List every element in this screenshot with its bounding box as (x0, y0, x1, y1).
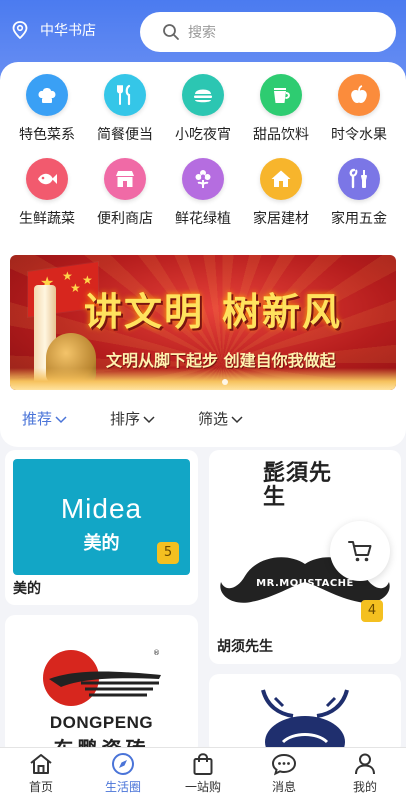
shop-logo-text: Midea (60, 493, 143, 524)
house-icon (260, 158, 302, 200)
category-label: 便利商店 (97, 211, 153, 227)
category-item[interactable]: 便利商店 (86, 158, 164, 228)
tab-one-stop[interactable]: 一站购 (163, 752, 243, 795)
category-item[interactable]: 特色菜系 (8, 74, 86, 144)
chef-hat-icon (26, 74, 68, 116)
tab-mine[interactable]: 我的 (325, 752, 405, 795)
category-label: 家用五金 (331, 211, 387, 227)
category-grid: 特色菜系 简餐便当 小吃夜宵 甜品饮料 时令水果 生鲜蔬菜 便利商店 鲜花绿植 … (8, 74, 398, 228)
category-item[interactable]: 甜品饮料 (242, 74, 320, 144)
tab-label: 首页 (28, 780, 53, 794)
location-label: 中华书店 (40, 23, 96, 39)
screen-label: 筛选 (198, 410, 229, 428)
recommend-filter[interactable]: 推荐 (22, 408, 68, 429)
category-label: 时令水果 (331, 127, 387, 143)
svg-text:®: ® (153, 649, 160, 657)
banner-title: 讲文明 树新风 (84, 281, 342, 336)
screen-filter[interactable]: 筛选 (198, 408, 244, 429)
tab-label: 消息 (271, 780, 296, 794)
category-item[interactable]: 生鲜蔬菜 (8, 158, 86, 228)
category-label: 生鲜蔬菜 (19, 211, 75, 227)
tab-label: 一站购 (184, 780, 221, 794)
chevron-down-icon (143, 415, 155, 423)
shop-logo-icon (261, 689, 349, 754)
promo-banner[interactable]: ★ ★ ★ ★ 讲文明 树新风 文明从脚下起步 创建自你我做起 (10, 255, 396, 390)
category-item[interactable]: 简餐便当 (86, 74, 164, 144)
shop-logo-sub: 髭須先生 (263, 461, 333, 510)
burger-icon (182, 74, 224, 116)
location-pin-icon (12, 21, 28, 39)
shopping-bag-icon (193, 753, 213, 775)
banner-subtitle: 文明从脚下起步 创建自你我做起 (106, 351, 336, 370)
search-icon (163, 24, 179, 40)
tools-icon (338, 158, 380, 200)
shop-card[interactable] (209, 674, 401, 754)
category-item[interactable]: 家用五金 (320, 158, 398, 228)
filter-bar: 推荐 排序 筛选 (0, 408, 406, 430)
category-label: 鲜花绿植 (175, 211, 231, 227)
category-item[interactable]: 鲜花绿植 (164, 158, 242, 228)
shop-name: 美的 (13, 581, 41, 597)
user-icon (355, 753, 375, 775)
chevron-down-icon (231, 415, 243, 423)
category-label: 家居建材 (253, 211, 309, 227)
shop-logo-text: DONGPENG (49, 713, 154, 732)
cup-icon (260, 74, 302, 116)
rating-badge: 4 (361, 600, 383, 622)
chat-icon (271, 753, 297, 776)
shop-card[interactable]: ® DONGPENG 东鹏瓷砖 (5, 615, 198, 755)
cart-button[interactable] (330, 521, 390, 581)
flower-icon (182, 158, 224, 200)
category-label: 小吃夜宵 (175, 127, 231, 143)
carousel-indicator[interactable] (222, 379, 228, 385)
category-label: 简餐便当 (97, 127, 153, 143)
category-label: 特色菜系 (19, 127, 75, 143)
banner-title-part2: 树新风 (222, 289, 343, 334)
category-label: 甜品饮料 (253, 127, 309, 143)
banner-gold-strip (10, 368, 396, 390)
fish-icon (26, 158, 68, 200)
shop-card[interactable]: Midea 美的 5 美的 (5, 450, 198, 605)
shop-name: 胡须先生 (217, 639, 273, 655)
star-icon: ★ (70, 281, 81, 295)
dongpeng-logo-icon: ® (43, 649, 161, 706)
category-item[interactable]: 小吃夜宵 (164, 74, 242, 144)
category-item[interactable]: 家居建材 (242, 158, 320, 228)
search-placeholder: 搜索 (188, 25, 216, 41)
cart-icon (348, 541, 372, 562)
home-icon (30, 754, 52, 774)
category-item[interactable]: 时令水果 (320, 74, 398, 144)
banner-title-part1: 讲文明 (84, 289, 205, 334)
tab-label: 我的 (352, 780, 377, 794)
fork-knife-icon (104, 74, 146, 116)
bottom-tab-bar: 首页 生活圈 一站购 消息 我的 (0, 747, 406, 800)
sort-label: 排序 (110, 410, 141, 428)
tab-home[interactable]: 首页 (1, 752, 81, 795)
tab-life-circle[interactable]: 生活圈 (83, 752, 163, 795)
sort-filter[interactable]: 排序 (110, 408, 156, 429)
store-icon (104, 158, 146, 200)
location-selector[interactable]: 中华书店 (12, 20, 96, 40)
compass-icon (112, 753, 134, 775)
search-input[interactable]: 搜索 (140, 12, 396, 52)
tab-messages[interactable]: 消息 (244, 752, 324, 795)
recommend-label: 推荐 (22, 410, 53, 428)
rating-badge: 5 (157, 542, 179, 564)
apple-icon (338, 74, 380, 116)
chevron-down-icon (55, 415, 67, 423)
tab-label: 生活圈 (104, 780, 141, 794)
